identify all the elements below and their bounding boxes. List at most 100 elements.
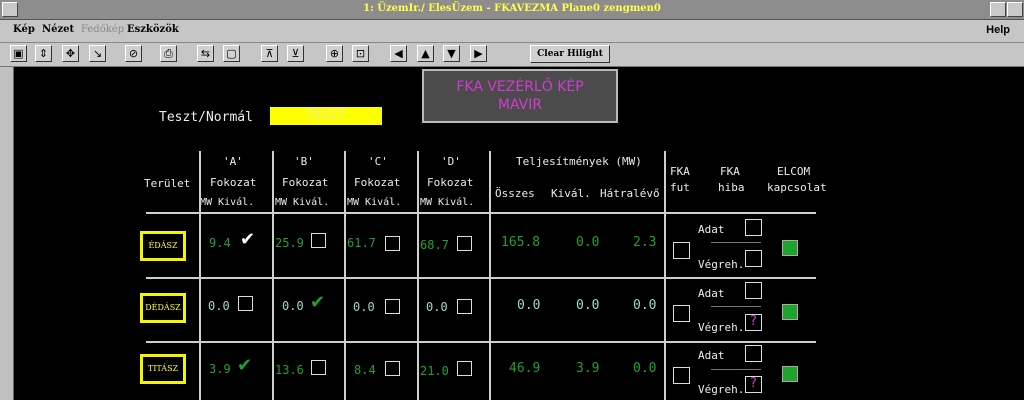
row2-fut-checkbox[interactable]: [673, 305, 690, 322]
row2-elcom-status: [782, 304, 798, 320]
row2-d-checkbox[interactable]: [457, 299, 472, 314]
row2-adat-label: Adat: [698, 287, 725, 300]
col-c-title: 'C': [368, 155, 388, 168]
mode-value[interactable]: TESZT: [270, 107, 382, 125]
arrow-up-icon[interactable]: ▲: [417, 45, 434, 62]
menu-help[interactable]: Help: [986, 24, 1010, 36]
row3-adat-label: Adat: [698, 349, 725, 362]
row2-adat-checkbox[interactable]: [745, 282, 762, 299]
divider: [711, 306, 761, 307]
row2-osszes: 0.0: [517, 298, 541, 313]
center-frame-icon[interactable]: ⊡: [352, 45, 369, 62]
display-canvas: FKA VEZÉRLŐ KÉP MAVIR Teszt/Normál TESZT…: [14, 67, 1024, 400]
scroll-vertical-icon[interactable]: ⇕: [35, 45, 52, 62]
row2-kival: 0.0: [576, 298, 600, 313]
col-a-fokozat: Fokozat: [210, 176, 257, 189]
row1-adat-checkbox[interactable]: [745, 219, 762, 236]
divider: [417, 151, 419, 400]
align-center-icon[interactable]: ⊕: [326, 45, 343, 62]
row3-a-mw: 3.9: [209, 362, 231, 376]
col-d-fokozat: Fokozat: [427, 176, 474, 189]
row3-b-mw: 13.6: [275, 363, 304, 377]
frame-icon[interactable]: ▢: [223, 45, 240, 62]
col-fka-2: FKA: [720, 165, 740, 178]
window-title: 1: ÜzemIr./ ElesÜzem - FKAVEZMA Plane0 z…: [363, 3, 661, 14]
row3-elcom-status: [782, 366, 798, 382]
row2-hatra: 0.0: [633, 298, 657, 313]
mode-label: Teszt/Normál: [159, 110, 253, 125]
row3-vegreh-question-icon[interactable]: ?: [745, 376, 762, 393]
row1-d-checkbox[interactable]: [457, 236, 472, 251]
check-icon: ✔: [310, 292, 326, 313]
title-line-2: MAVIR: [497, 97, 543, 113]
row2-d-mw: 0.0: [426, 300, 448, 314]
row2-a-mw: 0.0: [208, 299, 230, 313]
zoom-arrow-icon[interactable]: ↘: [89, 45, 106, 62]
divider: [489, 151, 491, 400]
col-d-sub: MW Kivál.: [420, 197, 475, 208]
col-terulet: Terület: [144, 177, 191, 190]
row3-d-checkbox[interactable]: [457, 361, 472, 376]
row3-osszes: 46.9: [509, 361, 541, 376]
swap-icon[interactable]: ⇆: [197, 45, 214, 62]
menu-kep[interactable]: Kép: [13, 24, 35, 35]
fit-window-icon[interactable]: ▣: [10, 45, 27, 62]
check-icon: ✔: [237, 355, 253, 376]
area-button-titasz[interactable]: TITÁSZ: [140, 354, 186, 384]
arrow-right-icon[interactable]: ▶: [470, 45, 487, 62]
row1-c-checkbox[interactable]: [385, 236, 400, 251]
row2-b-mw: 0.0: [282, 299, 304, 313]
row1-b-checkbox[interactable]: [311, 233, 326, 248]
menu-eszkozok[interactable]: Eszközök: [127, 24, 179, 35]
row-divider: [146, 341, 816, 343]
row3-b-checkbox[interactable]: [311, 360, 326, 375]
col-c-fokozat: Fokozat: [354, 176, 401, 189]
col-b-title: 'B': [294, 155, 314, 168]
col-osszes: Összes: [495, 187, 535, 200]
align-bottom-icon[interactable]: ⊻: [287, 45, 304, 62]
menu-nezet[interactable]: Nézet: [42, 24, 74, 35]
col-c-sub: MW Kivál.: [347, 197, 402, 208]
row1-elcom-status: [782, 240, 798, 256]
col-a-sub: MW Kivál.: [200, 197, 255, 208]
area-button-dedasz[interactable]: DÉDÁSZ: [140, 293, 186, 323]
vertical-scrollbar[interactable]: [0, 67, 14, 400]
row3-kival: 3.9: [576, 361, 600, 376]
row1-osszes: 165.8: [501, 235, 541, 250]
menu-fedokep[interactable]: Fedőkép: [81, 24, 124, 35]
row1-b-mw: 25.9: [275, 236, 304, 250]
navigation-icon[interactable]: ⊘: [125, 45, 142, 62]
row3-adat-checkbox[interactable]: [745, 345, 762, 362]
row3-hatra: 0.0: [633, 361, 657, 376]
row3-d-mw: 21.0: [420, 364, 449, 378]
clear-hilight-button[interactable]: Clear Hilight: [530, 45, 610, 63]
divider: [344, 151, 346, 400]
title-line-1: FKA VEZÉRLŐ KÉP: [456, 79, 584, 95]
align-top-icon[interactable]: ⊼: [261, 45, 278, 62]
row1-fut-checkbox[interactable]: [673, 242, 690, 259]
arrow-left-icon[interactable]: ◀: [390, 45, 407, 62]
col-b-fokozat: Fokozat: [282, 176, 329, 189]
row3-fut-checkbox[interactable]: [673, 367, 690, 384]
row-divider: [146, 212, 816, 214]
col-fut: fut: [670, 181, 690, 194]
minimize-button[interactable]: [990, 2, 1006, 17]
col-a-title: 'A': [223, 155, 243, 168]
row3-c-checkbox[interactable]: [385, 361, 400, 376]
area-button-edasz[interactable]: ÉDÁSZ: [140, 231, 186, 261]
pan-icon[interactable]: ✥: [62, 45, 79, 62]
divider: [711, 242, 761, 243]
row1-c-mw: 61.7: [347, 236, 376, 250]
print-icon[interactable]: ⎙: [160, 45, 177, 62]
row2-a-checkbox[interactable]: [238, 296, 253, 311]
col-fka-1: FKA: [670, 165, 690, 178]
row2-vegreh-question-icon[interactable]: ?: [745, 314, 762, 331]
row1-a-mw: 9.4: [209, 236, 231, 250]
divider: [664, 151, 666, 400]
menu-bar: Kép Nézet Fedőkép Eszközök Help: [0, 20, 1024, 43]
arrow-down-icon[interactable]: ▼: [443, 45, 460, 62]
row2-c-mw: 0.0: [353, 300, 375, 314]
row2-c-checkbox[interactable]: [385, 299, 400, 314]
maximize-button[interactable]: [1007, 2, 1023, 17]
row1-vegreh-checkbox[interactable]: [745, 250, 762, 267]
